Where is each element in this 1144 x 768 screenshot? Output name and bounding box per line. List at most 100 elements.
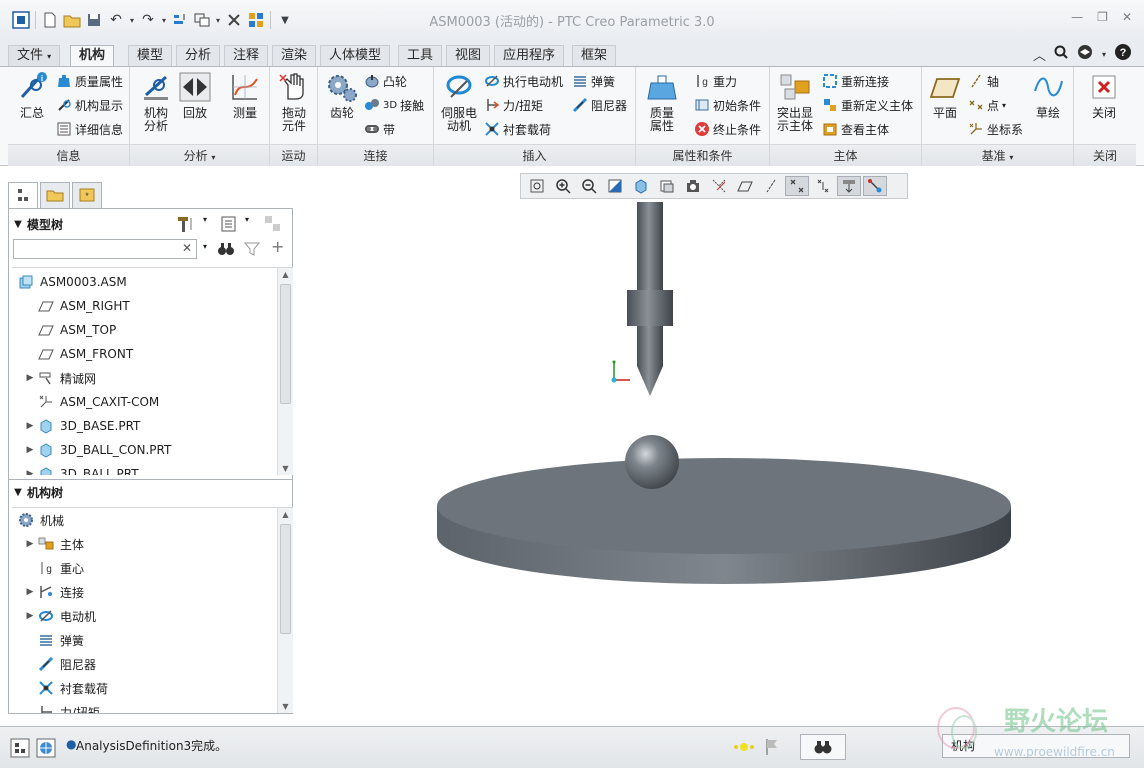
chevron-down-icon[interactable]: ▾: [1002, 101, 1006, 110]
tree-item-datum-plane[interactable]: ASM_TOP: [38, 318, 116, 342]
settings-hammer-icon[interactable]: [175, 214, 199, 237]
summary-button[interactable]: i 汇总: [12, 71, 52, 120]
tree-item-csys[interactable]: ASM_CAXIT-COM: [38, 390, 159, 414]
gravity-button[interactable]: g 重力: [694, 71, 737, 91]
bushing-load-button[interactable]: 衬套载荷: [484, 119, 551, 139]
mechanism-tree-scrollbar[interactable]: ▲ ▼: [277, 508, 293, 713]
mech-tree-item-dampers[interactable]: 阻尼器: [38, 652, 96, 676]
find-button[interactable]: [800, 734, 846, 760]
contact-3d-button[interactable]: 3D 接触: [364, 95, 424, 115]
scroll-down-icon[interactable]: ▼: [278, 462, 293, 475]
tab-manikin[interactable]: 人体模型: [320, 45, 391, 66]
repaint-icon[interactable]: [603, 176, 627, 196]
collapse-ribbon-icon[interactable]: ︿: [1033, 45, 1046, 64]
help-icon[interactable]: ?: [1114, 43, 1132, 65]
termination-conditions-button[interactable]: 终止条件: [694, 119, 761, 139]
graphics-area[interactable]: [300, 166, 1144, 726]
search-dropdown-icon[interactable]: ▾: [203, 242, 207, 251]
tree-item-part[interactable]: ▶ 3D_BALL.PRT: [22, 462, 139, 475]
tree-item-assembly[interactable]: ASM0003.ASM: [18, 270, 127, 294]
redefine-bodies-button[interactable]: 重新定义主体: [822, 95, 913, 115]
tab-mechanism[interactable]: 机构: [70, 45, 115, 67]
tree-search-input[interactable]: [14, 240, 174, 258]
filter-icon[interactable]: [243, 240, 261, 261]
tab-folder-browser[interactable]: [40, 182, 70, 208]
scrollbar-thumb[interactable]: [280, 284, 291, 404]
drag-components-button[interactable]: 拖动 元件: [274, 71, 314, 133]
base-disc-part[interactable]: [437, 458, 1011, 584]
details-button[interactable]: 详细信息: [56, 119, 123, 139]
minimize-icon[interactable]: —: [1071, 10, 1083, 24]
mech-tree-item-springs[interactable]: 弹簧: [38, 628, 84, 652]
add-icon[interactable]: +: [271, 237, 284, 256]
reconnect-button[interactable]: 重新连接: [822, 71, 889, 91]
view-manager-icon[interactable]: [681, 176, 705, 196]
graduation-cap-icon[interactable]: [1076, 44, 1094, 64]
browser-icon[interactable]: [36, 738, 56, 761]
force-torque-button[interactable]: 力/扭矩: [484, 95, 543, 115]
highlight-bodies-button[interactable]: 突出显 示主体: [772, 71, 818, 133]
tab-tools[interactable]: 工具: [398, 45, 443, 66]
tree-item-group[interactable]: ▶ 精诚网: [22, 366, 96, 390]
annotation-display-icon[interactable]: [837, 176, 861, 196]
mass-properties-button[interactable]: 质量属性: [56, 71, 123, 91]
refit-icon[interactable]: [525, 176, 549, 196]
chevron-down-icon[interactable]: ▾: [1102, 50, 1106, 59]
initial-conditions-button[interactable]: 初始条件: [694, 95, 761, 115]
saved-views-icon[interactable]: [655, 176, 679, 196]
mechanism-display-button[interactable]: 机构显示: [56, 95, 123, 115]
tree-item-datum-plane[interactable]: ASM_RIGHT: [38, 294, 130, 318]
coordinate-system-button[interactable]: 坐标系: [968, 119, 1023, 139]
tab-file[interactable]: 文件 ▾: [8, 45, 61, 66]
close-mechanism-button[interactable]: 关闭: [1084, 71, 1124, 120]
tab-analysis[interactable]: 分析: [176, 45, 221, 66]
point-button[interactable]: 点 ▾: [968, 95, 1006, 115]
selection-filter-dropdown[interactable]: 机构: [942, 734, 1130, 758]
display-style-icon[interactable]: [629, 176, 653, 196]
mechanism-analysis-button[interactable]: 机构 分析: [136, 71, 176, 133]
scroll-up-icon[interactable]: ▲: [278, 268, 293, 282]
axis-button[interactable]: 轴: [968, 71, 999, 91]
mechanism-display-icon[interactable]: [863, 176, 887, 196]
plane-display-icon[interactable]: [733, 176, 757, 196]
mech-tree-item-force[interactable]: 力/扭矩: [38, 700, 100, 713]
zoom-in-icon[interactable]: [551, 176, 575, 196]
gears-button[interactable]: 齿轮: [322, 71, 362, 120]
playback-button[interactable]: 回放: [178, 71, 212, 120]
view-bodies-button[interactable]: 查看主体: [822, 119, 889, 139]
expand-triangle-icon[interactable]: ▶: [22, 587, 38, 597]
mass-properties-big-button[interactable]: 质量 属性: [642, 71, 682, 133]
tab-favorites[interactable]: *: [72, 182, 102, 208]
toggle-navigator-icon[interactable]: [10, 738, 30, 761]
probe-part[interactable]: [627, 202, 673, 396]
expand-triangle-icon[interactable]: ▶: [22, 611, 38, 621]
expand-triangle-icon[interactable]: ▶: [22, 469, 38, 475]
binoculars-icon[interactable]: [217, 240, 235, 261]
damper-button[interactable]: 阻尼器: [572, 95, 627, 115]
mech-tree-item-mechanism[interactable]: 机械: [18, 508, 64, 532]
chevron-down-icon[interactable]: ▾: [1009, 153, 1013, 162]
collapse-triangle-icon[interactable]: ▼: [9, 219, 27, 230]
tree-item-part[interactable]: ▶ 3D_BASE.PRT: [22, 414, 140, 438]
measure-button[interactable]: 测量: [226, 71, 264, 120]
axis-display-icon[interactable]: [759, 176, 783, 196]
expand-triangle-icon[interactable]: ▶: [22, 445, 38, 455]
execute-motor-button[interactable]: 执行电动机: [484, 71, 563, 91]
sketch-button[interactable]: 草绘: [1028, 71, 1068, 120]
maximize-icon[interactable]: ❐: [1097, 10, 1108, 24]
tab-model-tree[interactable]: [8, 182, 38, 208]
tab-framework[interactable]: 框架: [572, 45, 617, 66]
scrollbar-thumb[interactable]: [280, 524, 291, 634]
csys-display-icon[interactable]: [811, 176, 835, 196]
mech-tree-item-bushing[interactable]: 衬套载荷: [38, 676, 108, 700]
plane-button[interactable]: 平面: [926, 71, 964, 120]
flag-icon[interactable]: [764, 737, 780, 760]
chevron-down-icon[interactable]: ▾: [203, 215, 207, 224]
scroll-down-icon[interactable]: ▼: [278, 700, 293, 713]
clear-search-icon[interactable]: ✕: [182, 241, 192, 255]
servo-motors-button[interactable]: 伺服电 动机: [436, 71, 482, 133]
expand-triangle-icon[interactable]: ▶: [22, 539, 38, 549]
ball-part[interactable]: [625, 435, 679, 489]
chevron-down-icon[interactable]: ▾: [245, 215, 249, 224]
tree-item-datum-plane[interactable]: ASM_FRONT: [38, 342, 133, 366]
